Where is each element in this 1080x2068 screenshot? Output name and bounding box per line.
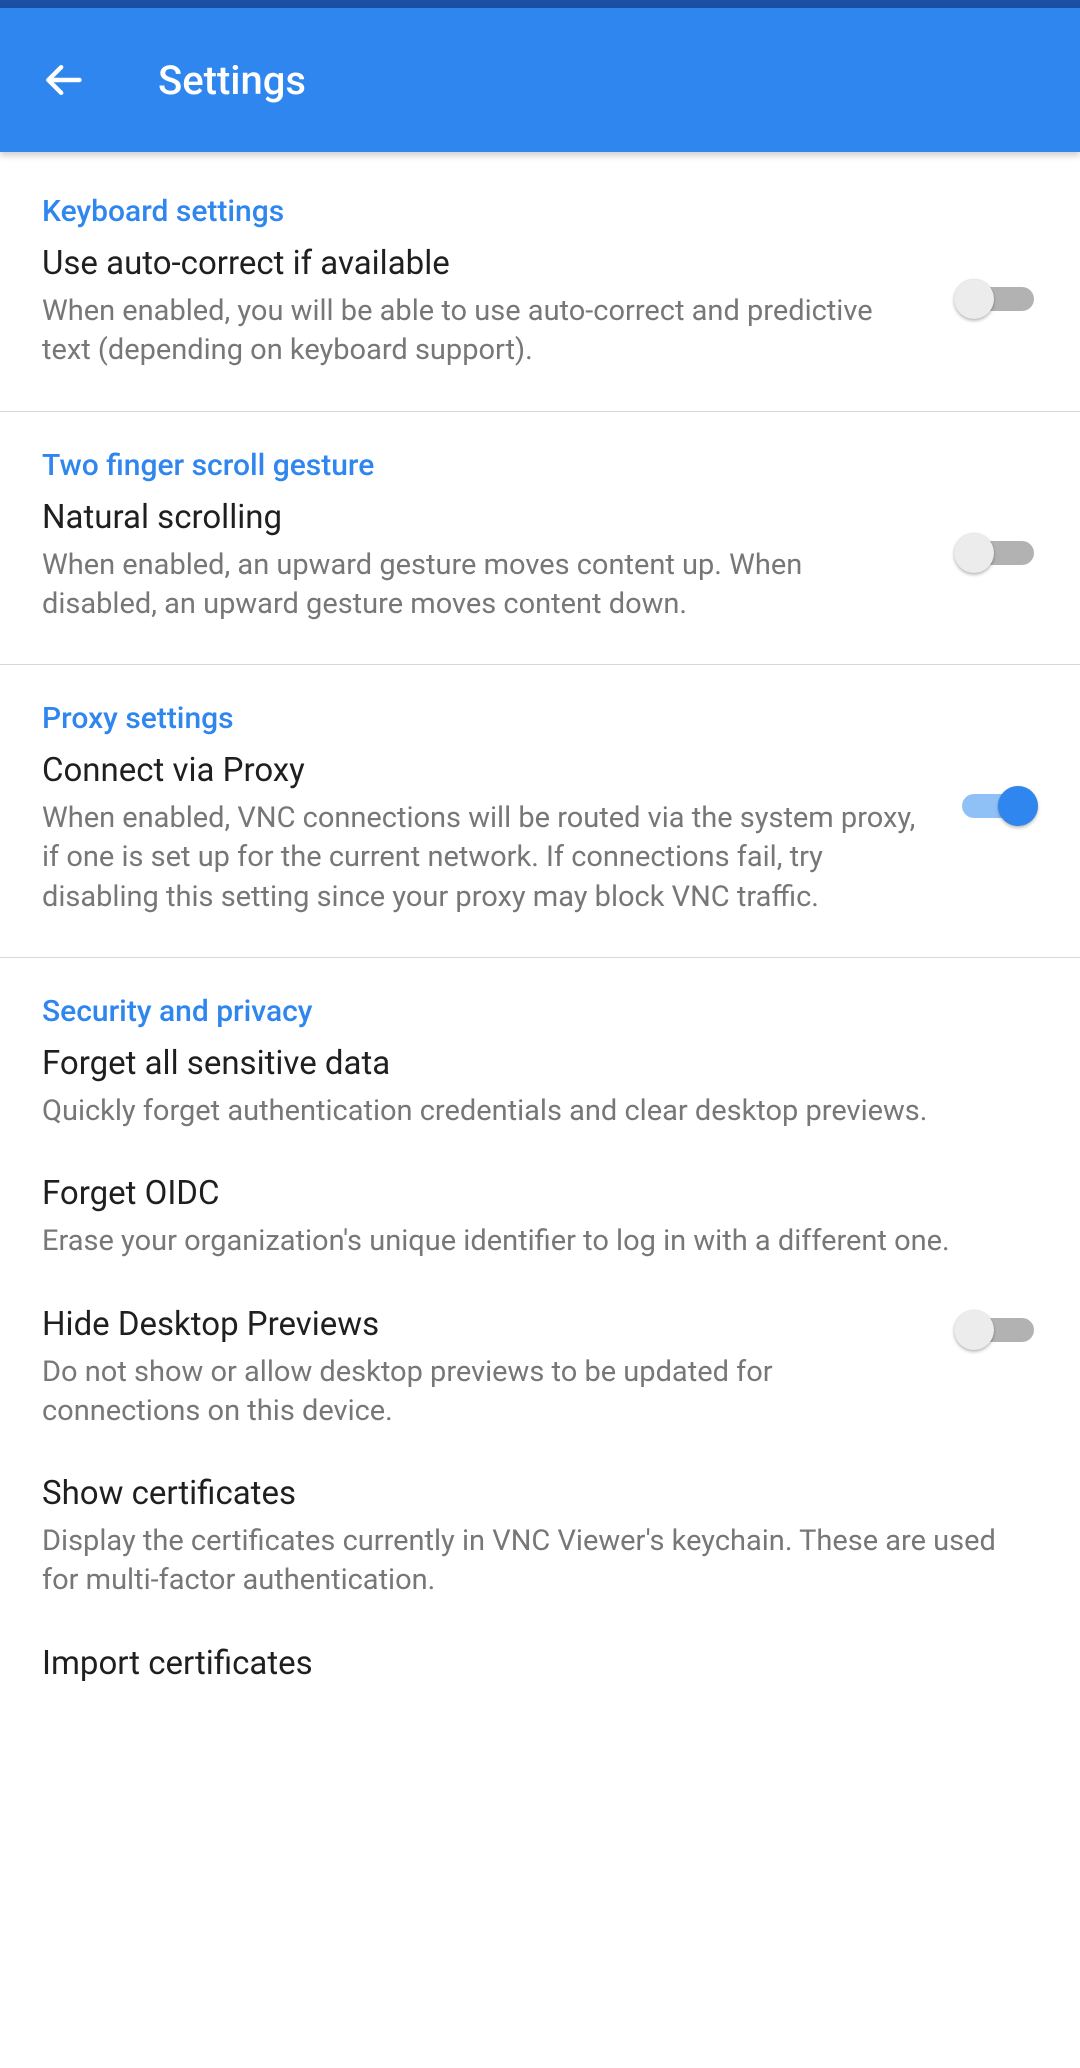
setting-text: Import certificates xyxy=(42,1643,1038,1692)
settings-list: Keyboard settings Use auto-correct if av… xyxy=(0,152,1080,1732)
section-header-scroll: Two finger scroll gesture xyxy=(42,448,1038,483)
setting-text: Natural scrolling When enabled, an upwar… xyxy=(42,497,924,625)
section-header-security: Security and privacy xyxy=(42,994,1038,1029)
section-scroll: Two finger scroll gesture Natural scroll… xyxy=(0,412,1080,666)
switch-autocorrect[interactable] xyxy=(952,277,1038,321)
setting-natural-scrolling[interactable]: Natural scrolling When enabled, an upwar… xyxy=(42,497,1038,625)
setting-text: Forget all sensitive data Quickly forget… xyxy=(42,1043,1038,1131)
setting-desc: Quickly forget authentication credential… xyxy=(42,1092,1038,1131)
setting-text: Forget OIDC Erase your organization's un… xyxy=(42,1173,1038,1261)
section-keyboard: Keyboard settings Use auto-correct if av… xyxy=(0,158,1080,412)
section-security: Security and privacy Forget all sensitiv… xyxy=(0,958,1080,1732)
setting-import-certificates[interactable]: Import certificates xyxy=(42,1643,1038,1692)
setting-show-certificates[interactable]: Show certificates Display the certificat… xyxy=(42,1473,1038,1601)
setting-title: Forget OIDC xyxy=(42,1173,1038,1214)
switch-connect-via-proxy[interactable] xyxy=(952,784,1038,828)
setting-desc: Erase your organization's unique identif… xyxy=(42,1222,1038,1261)
setting-desc: When enabled, an upward gesture moves co… xyxy=(42,546,924,624)
setting-title: Forget all sensitive data xyxy=(42,1043,1038,1084)
switch-hide-desktop-previews[interactable] xyxy=(952,1308,1038,1352)
setting-forget-oidc[interactable]: Forget OIDC Erase your organization's un… xyxy=(42,1173,1038,1261)
back-button[interactable] xyxy=(28,45,98,115)
setting-desc: When enabled, VNC connections will be ro… xyxy=(42,799,924,916)
setting-title: Natural scrolling xyxy=(42,497,924,538)
setting-text: Hide Desktop Previews Do not show or all… xyxy=(42,1304,924,1432)
setting-text: Use auto-correct if available When enabl… xyxy=(42,243,924,371)
page-title: Settings xyxy=(158,57,306,104)
setting-title: Import certificates xyxy=(42,1643,1038,1684)
setting-text: Show certificates Display the certificat… xyxy=(42,1473,1038,1601)
setting-forget-sensitive[interactable]: Forget all sensitive data Quickly forget… xyxy=(42,1043,1038,1131)
section-header-proxy: Proxy settings xyxy=(42,701,1038,736)
setting-autocorrect[interactable]: Use auto-correct if available When enabl… xyxy=(42,243,1038,371)
section-header-keyboard: Keyboard settings xyxy=(42,194,1038,229)
setting-hide-desktop-previews[interactable]: Hide Desktop Previews Do not show or all… xyxy=(42,1304,1038,1432)
status-bar xyxy=(0,0,1080,8)
setting-title: Connect via Proxy xyxy=(42,750,924,791)
setting-desc: Do not show or allow desktop previews to… xyxy=(42,1353,924,1431)
setting-text: Connect via Proxy When enabled, VNC conn… xyxy=(42,750,924,917)
setting-title: Show certificates xyxy=(42,1473,1038,1514)
setting-title: Hide Desktop Previews xyxy=(42,1304,924,1345)
switch-natural-scrolling[interactable] xyxy=(952,531,1038,575)
arrow-back-icon xyxy=(41,58,85,102)
setting-connect-via-proxy[interactable]: Connect via Proxy When enabled, VNC conn… xyxy=(42,750,1038,917)
setting-desc: Display the certificates currently in VN… xyxy=(42,1522,1038,1600)
setting-title: Use auto-correct if available xyxy=(42,243,924,284)
app-bar: Settings xyxy=(0,8,1080,152)
section-proxy: Proxy settings Connect via Proxy When en… xyxy=(0,665,1080,958)
setting-desc: When enabled, you will be able to use au… xyxy=(42,292,924,370)
